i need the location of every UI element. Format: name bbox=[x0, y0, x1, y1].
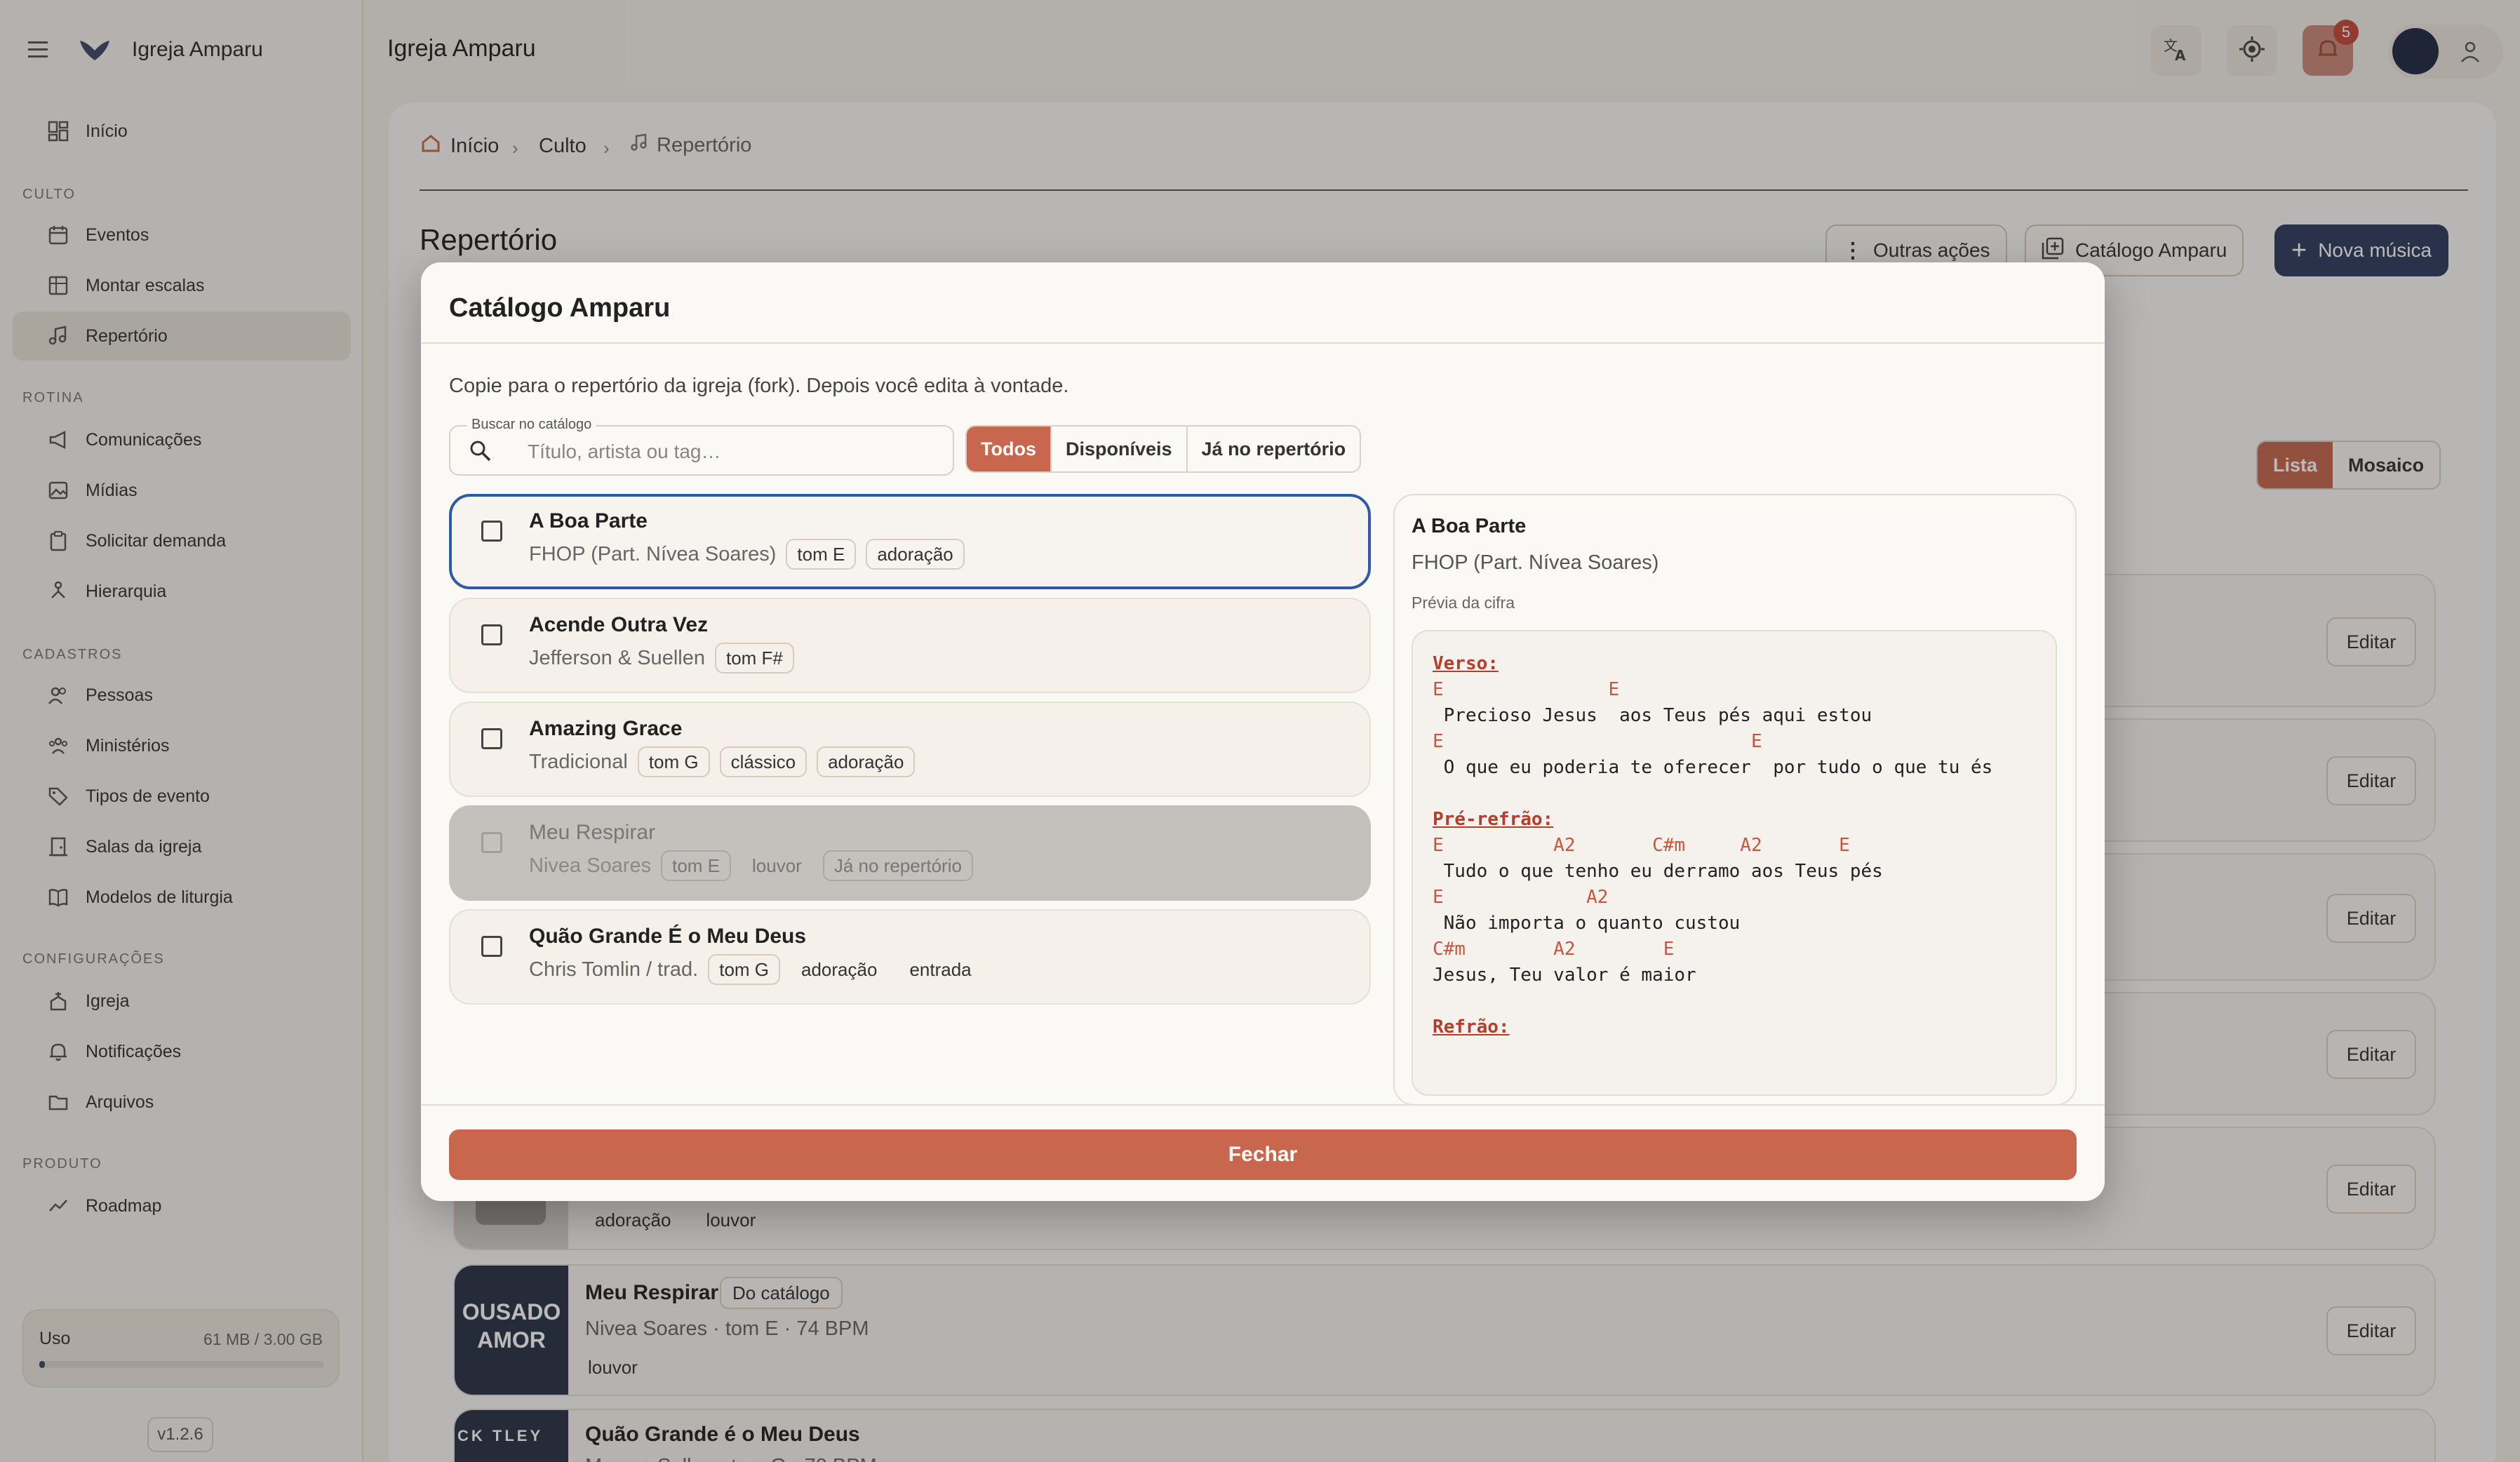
lyric-line: Jesus, Teu valor é maior bbox=[1433, 965, 1696, 986]
chord-line: C#m A2 E bbox=[1433, 939, 1675, 960]
chord-section-heading: Verso: bbox=[1433, 653, 1499, 674]
item-artist: Nivea Soares bbox=[529, 854, 652, 877]
lyric-line: Precioso Jesus aos Teus pés aqui estou bbox=[1433, 705, 1872, 726]
tag: tom E bbox=[661, 850, 732, 881]
lyric-line bbox=[1433, 781, 2036, 807]
item-title: Meu Respirar bbox=[529, 821, 656, 844]
modal-description: Copie para o repertório da igreja (fork)… bbox=[449, 375, 1069, 397]
item-meta: Nivea Soares tom E louvor Já no repertór… bbox=[529, 850, 983, 881]
catalog-search: Buscar no catálogo bbox=[449, 417, 954, 476]
chord-line: E A2 C#m A2 E bbox=[1433, 835, 1850, 856]
item-meta: Chris Tomlin / trad. tom G adoração entr… bbox=[529, 954, 993, 985]
chord-line: E E bbox=[1433, 679, 1620, 700]
filter-disponiveis[interactable]: Disponíveis bbox=[1052, 427, 1188, 471]
close-button[interactable]: Fechar bbox=[449, 1129, 2077, 1180]
catalog-item-disabled: Meu Respirar Nivea Soares tom E louvor J… bbox=[449, 805, 1371, 901]
item-artist: Chris Tomlin / trad. bbox=[529, 958, 699, 981]
search-icon bbox=[469, 439, 492, 467]
modal-footer-divider bbox=[421, 1104, 2105, 1106]
tag: entrada bbox=[909, 958, 972, 980]
status-badge: Já no repertório bbox=[822, 850, 973, 881]
tag: adoração bbox=[866, 539, 965, 570]
lyric-line bbox=[1433, 988, 2036, 1014]
filter-todos[interactable]: Todos bbox=[967, 427, 1052, 471]
preview-artist: FHOP (Part. Nívea Soares) bbox=[1412, 551, 1659, 574]
tag: tom E bbox=[786, 539, 857, 570]
chord-section-heading: Refrão: bbox=[1433, 1017, 1510, 1038]
tag: clássico bbox=[719, 746, 807, 777]
preview-title: A Boa Parte bbox=[1412, 515, 1527, 537]
catalog-item[interactable]: Amazing Grace Tradicional tom G clássico… bbox=[449, 702, 1371, 797]
item-artist: Tradicional bbox=[529, 750, 628, 773]
preview-label: Prévia da cifra bbox=[1412, 593, 1515, 612]
search-input[interactable] bbox=[528, 436, 934, 467]
item-artist: Jefferson & Suellen bbox=[529, 646, 705, 669]
item-artist: FHOP (Part. Nívea Soares) bbox=[529, 542, 777, 565]
search-label: Buscar no catálogo bbox=[467, 417, 596, 433]
preview-panel: A Boa Parte FHOP (Part. Nívea Soares) Pr… bbox=[1393, 494, 2077, 1106]
catalog-modal: Catálogo Amparu Copie para o repertório … bbox=[421, 262, 2105, 1201]
item-title: Quão Grande É o Meu Deus bbox=[529, 925, 807, 948]
catalog-item[interactable]: Quão Grande É o Meu Deus Chris Tomlin / … bbox=[449, 909, 1371, 1005]
tag: louvor bbox=[752, 854, 802, 876]
chord-line: E A2 bbox=[1433, 887, 1609, 908]
lyric-line: Não importa o quanto custou bbox=[1433, 913, 1741, 934]
chord-section-heading: Pré-refrão: bbox=[1433, 809, 1554, 830]
lyric-line: Tudo o que tenho eu derramo aos Teus pés bbox=[1433, 861, 1883, 882]
modal-header-divider bbox=[421, 342, 2105, 344]
item-checkbox[interactable] bbox=[481, 521, 502, 542]
item-checkbox[interactable] bbox=[481, 728, 502, 749]
filter-ja-no-repertorio[interactable]: Já no repertório bbox=[1188, 427, 1360, 471]
tag: adoração bbox=[817, 746, 916, 777]
catalog-item[interactable]: Acende Outra Vez Jefferson & Suellen tom… bbox=[449, 598, 1371, 693]
item-meta: Jefferson & Suellen tom F# bbox=[529, 643, 804, 673]
tag: adoração bbox=[801, 958, 878, 980]
lyric-line: O que eu poderia te oferecer por tudo o … bbox=[1433, 757, 1993, 778]
item-title: A Boa Parte bbox=[529, 509, 648, 532]
filter-segmented-control: Todos Disponíveis Já no repertório bbox=[965, 425, 1362, 473]
item-checkbox bbox=[481, 832, 502, 853]
item-title: Acende Outra Vez bbox=[529, 613, 709, 636]
item-meta: Tradicional tom G clássico adoração bbox=[529, 746, 925, 777]
item-checkbox[interactable] bbox=[481, 936, 502, 957]
modal-title: Catálogo Amparu bbox=[449, 293, 671, 323]
item-title: Amazing Grace bbox=[529, 717, 683, 740]
catalog-item[interactable]: A Boa Parte FHOP (Part. Nívea Soares) to… bbox=[449, 494, 1371, 589]
chord-line: E E bbox=[1433, 731, 1762, 752]
tag: tom F# bbox=[714, 643, 794, 673]
item-meta: FHOP (Part. Nívea Soares) tom E adoração bbox=[529, 539, 974, 570]
tag: tom G bbox=[637, 746, 710, 777]
tag: tom G bbox=[708, 954, 781, 985]
chord-sheet-preview[interactable]: Verso: E E Precioso Jesus aos Teus pés aq… bbox=[1412, 630, 2057, 1096]
item-checkbox[interactable] bbox=[481, 624, 502, 645]
